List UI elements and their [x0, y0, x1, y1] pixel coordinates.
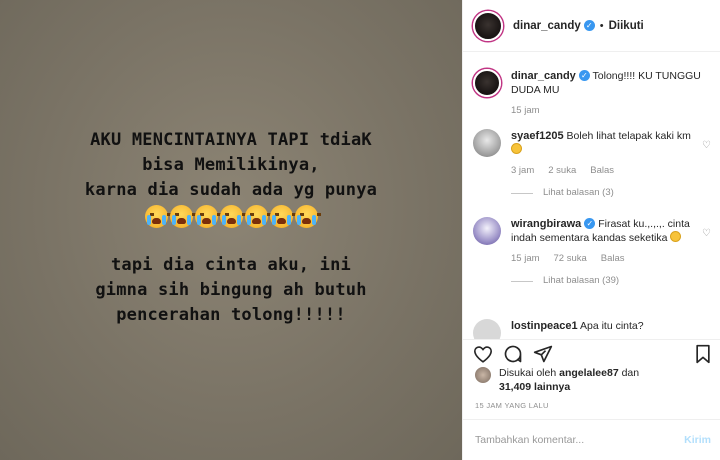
post-header: dinar_candy ✓ • Diikuti	[463, 0, 720, 52]
comment-text: Apa itu cinta?	[579, 320, 644, 332]
verified-badge-icon: ✓	[578, 70, 590, 81]
commenter-avatar[interactable]	[473, 129, 501, 157]
image-line: pencerahan tolong!!!!!	[116, 305, 346, 325]
image-line: gimna sih bingung ah butuh	[95, 280, 367, 300]
liker-username[interactable]: angelalee87	[559, 367, 619, 379]
likes-prefix: Disukai oleh	[499, 367, 557, 379]
caption-avatar[interactable]	[473, 69, 501, 97]
comment-time[interactable]: 3 jam	[511, 164, 534, 178]
image-line: bisa Memilikinya,	[142, 155, 320, 175]
comment-likes[interactable]: 2 suka	[548, 164, 576, 178]
image-text: AKU MENCINTAINYA TAPI tdiaK bisa Memilik…	[0, 128, 462, 328]
crying-face-emoji-icon	[169, 205, 196, 228]
verified-badge-icon: ✓	[583, 20, 595, 31]
grinning-emoji-icon	[511, 143, 522, 154]
like-heart-icon[interactable]	[473, 345, 493, 367]
likes-connector: dan	[621, 367, 640, 379]
author-username[interactable]: dinar_candy	[513, 20, 581, 32]
view-replies-button[interactable]: Lihat balasan (3)	[511, 186, 701, 200]
comment-item: wirangbirawa ✓ Firasat ku.,.,.,. cinta in…	[473, 217, 713, 288]
reply-button[interactable]: Balas	[590, 164, 614, 178]
comment-username[interactable]: wirangbirawa	[511, 218, 581, 230]
crying-face-emoji-icon	[294, 205, 321, 228]
crying-face-emoji-icon	[144, 205, 171, 228]
comment-input[interactable]	[475, 434, 685, 446]
reply-button[interactable]: Balas	[601, 252, 625, 266]
comment-username[interactable]: lostinpeace1	[511, 320, 578, 332]
caption: dinar_candy ✓ Tolong!!!! KU TUNGGU DUDA M…	[473, 69, 713, 118]
comment-text: Boleh lihat telapak kaki km	[566, 130, 691, 142]
comment-likes[interactable]: 72 suka	[554, 252, 587, 266]
view-replies-button[interactable]: Lihat balasan (39)	[511, 274, 701, 288]
separator-dot: •	[599, 19, 604, 32]
image-line: karna dia sudah ada yg punya	[84, 180, 378, 200]
post-timestamp[interactable]: 15 JAM YANG LALU	[475, 401, 549, 410]
crying-emoji-row	[0, 205, 462, 228]
post-sidebar: dinar_candy ✓ • Diikuti dinar_candy ✓ Tol…	[462, 0, 720, 460]
comment-item: lostinpeace1 Apa itu cinta?	[473, 319, 713, 339]
crying-face-emoji-icon	[219, 205, 246, 228]
author-avatar[interactable]	[473, 10, 503, 41]
image-line: tapi dia cinta aku, ini	[110, 255, 351, 275]
verified-badge-icon: ✓	[584, 218, 596, 229]
rolling-laughing-emoji-icon	[670, 231, 682, 242]
caption-username[interactable]: dinar_candy	[511, 70, 576, 82]
post-image[interactable]: AKU MENCINTAINYA TAPI tdiaK bisa Memilik…	[0, 0, 462, 460]
crying-face-emoji-icon	[269, 205, 296, 228]
liker-avatar[interactable]	[475, 367, 491, 383]
comment-time[interactable]: 15 jam	[511, 252, 540, 266]
crying-face-emoji-icon	[244, 205, 271, 228]
like-comment-heart-icon[interactable]: ♡	[702, 228, 711, 239]
likes-count-button[interactable]: 31,409 lainnya	[499, 381, 570, 393]
caption-time[interactable]: 15 jam	[511, 104, 540, 118]
bookmark-icon[interactable]	[695, 344, 711, 368]
comment-username[interactable]: syaef1205	[511, 130, 564, 142]
share-send-icon[interactable]	[533, 344, 553, 368]
like-comment-heart-icon[interactable]: ♡	[702, 140, 711, 151]
likes-summary: Disukai oleh angelalee87 dan 31,409 lain…	[475, 366, 711, 394]
action-bar	[463, 339, 720, 367]
comment-item: syaef1205 Boleh lihat telapak kaki km 3 …	[473, 129, 713, 200]
image-line: AKU MENCINTAINYA TAPI tdiaK	[90, 130, 372, 150]
crying-face-emoji-icon	[194, 205, 221, 228]
commenter-avatar[interactable]	[473, 217, 501, 245]
commenter-avatar[interactable]	[473, 319, 501, 339]
comments-list[interactable]: dinar_candy ✓ Tolong!!!! KU TUNGGU DUDA M…	[463, 53, 720, 339]
comment-form: Kirim	[463, 419, 720, 460]
comment-bubble-icon[interactable]	[503, 344, 523, 368]
send-comment-button[interactable]: Kirim	[684, 434, 711, 446]
following-button[interactable]: Diikuti	[609, 20, 644, 32]
